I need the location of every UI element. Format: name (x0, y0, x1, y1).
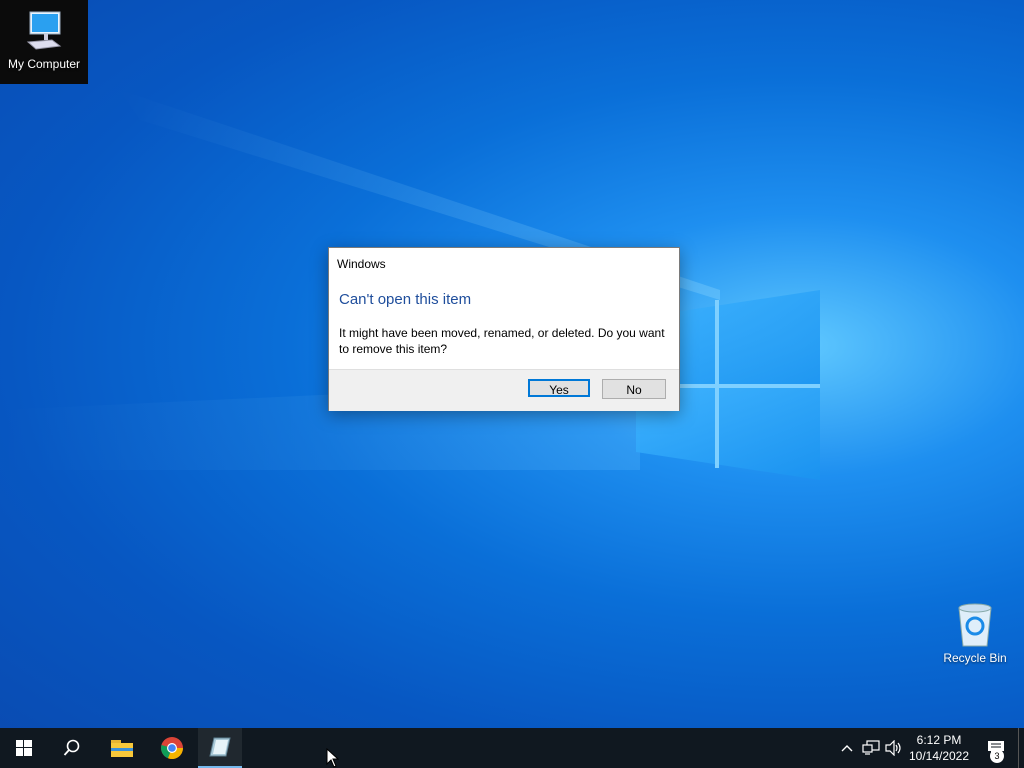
computer-icon (26, 11, 62, 50)
notification-count-badge: 3 (990, 749, 1004, 763)
desktop-icon-my-computer[interactable]: My Computer (0, 0, 88, 84)
dialog-title: Windows (337, 257, 386, 271)
network-button[interactable] (860, 728, 882, 768)
error-dialog: Windows Can't open this item It might ha… (328, 247, 680, 411)
show-hidden-icons-button[interactable] (838, 728, 856, 768)
recycle-bin-icon (958, 603, 992, 647)
desktop-icon-label: Recycle Bin (943, 651, 1007, 665)
volume-icon (885, 740, 901, 756)
dialog-message: It might have been moved, renamed, or de… (339, 326, 665, 356)
network-icon (862, 740, 880, 755)
show-desktop-button[interactable] (1018, 728, 1024, 768)
dialog-heading: Can't open this item (339, 291, 472, 308)
taskbar-active-app[interactable] (198, 728, 242, 768)
mouse-cursor-icon (326, 748, 340, 768)
search-button[interactable] (48, 728, 96, 768)
dialog-footer: Yes No (329, 369, 679, 411)
search-icon (63, 739, 80, 756)
taskbar-clock[interactable]: 6:12 PM 10/14/2022 (906, 728, 972, 768)
desktop-icon-recycle-bin[interactable]: Recycle Bin (931, 600, 1019, 665)
yes-button[interactable]: Yes (528, 379, 590, 397)
chevron-up-icon (841, 745, 853, 752)
no-button[interactable]: No (602, 379, 666, 399)
taskbar-chrome[interactable] (148, 728, 196, 768)
desktop-icon-label: My Computer (7, 57, 81, 71)
taskbar-file-explorer[interactable] (98, 728, 146, 768)
chrome-icon (161, 737, 184, 760)
taskbar: 6:12 PM 10/14/2022 (0, 728, 1024, 768)
start-button[interactable] (0, 728, 48, 768)
clock-time: 6:12 PM (916, 733, 962, 747)
start-icon (16, 740, 32, 756)
volume-button[interactable] (884, 728, 904, 768)
app-icon (209, 737, 231, 757)
file-explorer-icon (111, 740, 133, 757)
clock-date: 10/14/2022 (908, 749, 970, 763)
